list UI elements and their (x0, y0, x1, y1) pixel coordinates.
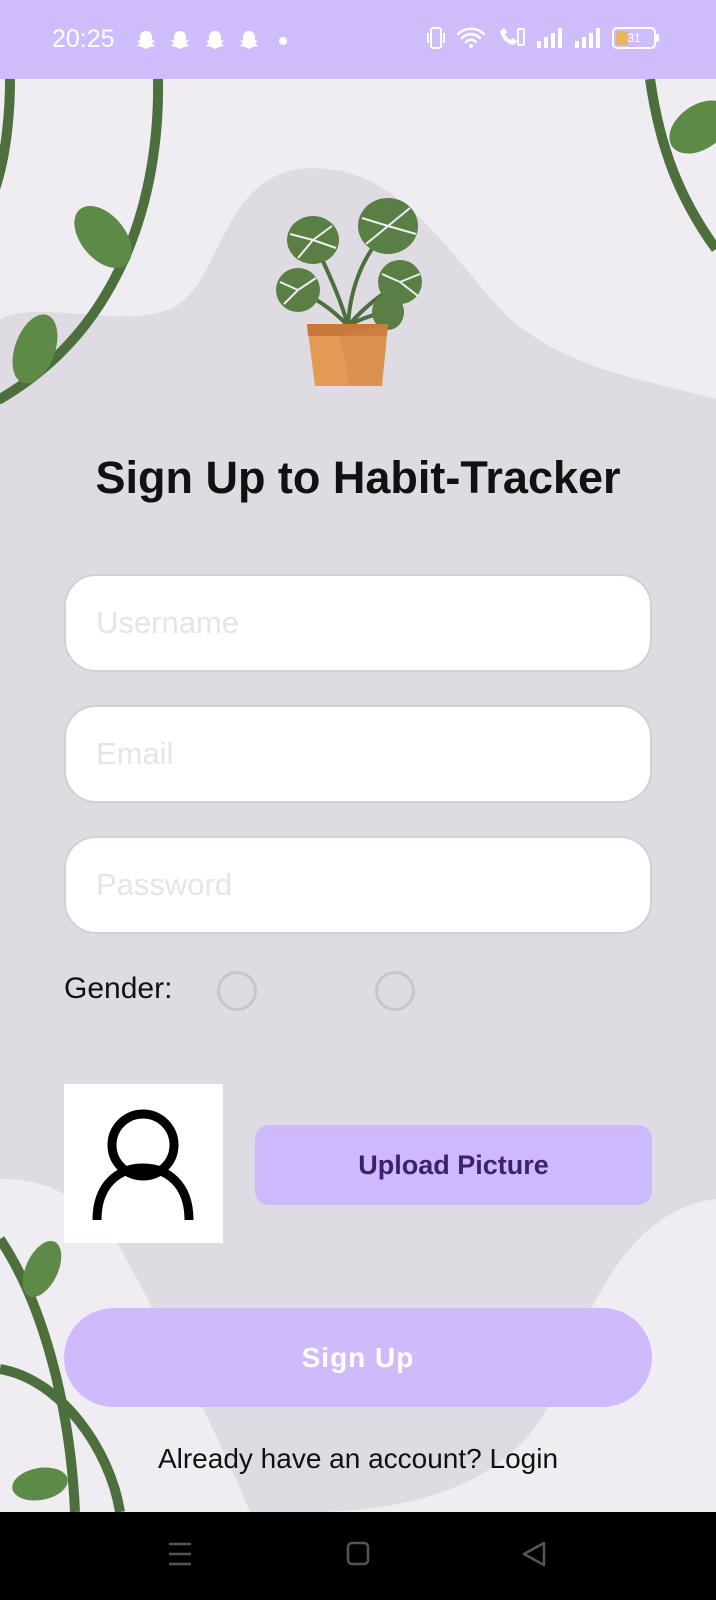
dot-icon (279, 37, 287, 45)
signal-icon (575, 28, 600, 48)
user-icon (92, 1109, 194, 1221)
username-field[interactable] (64, 574, 652, 672)
vibrate-icon (427, 27, 445, 49)
back-icon[interactable] (520, 1540, 548, 1568)
gender-radio-2[interactable] (375, 971, 415, 1011)
system-tray: 31 (426, 26, 659, 50)
vine-top-right (645, 79, 716, 252)
battery-level: 31 (627, 31, 641, 45)
battery-icon: 31 (612, 27, 659, 49)
snapchat-icon (206, 31, 224, 49)
page-title: Sign Up to Habit-Tracker (95, 452, 621, 503)
gender-label: Gender: (64, 972, 173, 1005)
avatar-preview (64, 1084, 223, 1243)
login-link[interactable]: Already have an account? Login (0, 1443, 716, 1475)
signal-icon (537, 28, 562, 48)
status-bar: 20:25 31 (0, 0, 716, 79)
status-time: 20:25 (52, 25, 115, 53)
plant-pot-icon (276, 198, 422, 386)
wifi-call-icon (500, 28, 525, 46)
sign-up-button[interactable]: Sign Up (64, 1308, 652, 1407)
upload-picture-button[interactable]: Upload Picture (255, 1125, 652, 1205)
snapchat-icon (171, 31, 189, 49)
password-field[interactable] (64, 836, 652, 934)
navigation-bar (0, 1512, 716, 1600)
email-field[interactable] (64, 705, 652, 803)
snapchat-icon (240, 31, 258, 49)
gender-radio-1[interactable] (217, 971, 257, 1011)
menu-icon[interactable] (166, 1540, 194, 1568)
snapchat-icon (137, 31, 155, 49)
home-icon[interactable] (345, 1540, 371, 1568)
wifi-icon (456, 27, 486, 48)
